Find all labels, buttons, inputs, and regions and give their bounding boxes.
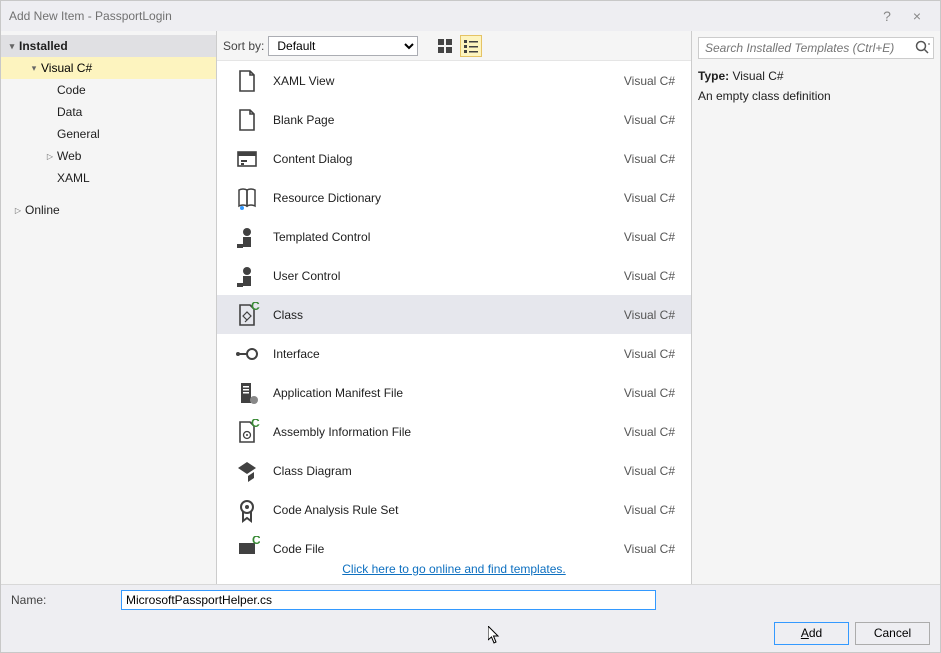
search-input[interactable]: [698, 37, 934, 59]
tree-label: Installed: [19, 39, 68, 53]
tree-node-code[interactable]: ▸Code: [1, 79, 216, 101]
tree-label: XAML: [57, 171, 90, 185]
template-tech: Visual C#: [624, 74, 681, 88]
template-tech: Visual C#: [624, 308, 681, 322]
svg-text:C#: C#: [251, 302, 260, 313]
template-row[interactable]: Content Dialog Visual C#: [217, 139, 691, 178]
template-icon: [227, 146, 267, 172]
template-row[interactable]: Resource Dictionary Visual C#: [217, 178, 691, 217]
tree-node-visual-csharp[interactable]: ▾ Visual C#: [1, 57, 216, 79]
template-tech: Visual C#: [624, 113, 681, 127]
description-text: An empty class definition: [698, 89, 934, 103]
tree-node-online[interactable]: ▷ Online: [1, 199, 216, 221]
cancel-button[interactable]: Cancel: [855, 622, 930, 645]
tree-node-web[interactable]: ▷ Web: [1, 145, 216, 167]
template-row[interactable]: Blank Page Visual C#: [217, 100, 691, 139]
template-icon: [227, 68, 267, 94]
help-button[interactable]: ?: [872, 8, 902, 24]
category-tree: ▾ Installed ▾ Visual C# ▸Code ▸Data ▸Gen…: [1, 31, 216, 584]
template-row[interactable]: Interface Visual C#: [217, 334, 691, 373]
template-label: Application Manifest File: [267, 386, 624, 400]
tree-label: Web: [57, 149, 81, 163]
template-label: Class: [267, 308, 624, 322]
template-label: Assembly Information File: [267, 425, 624, 439]
search-icon[interactable]: [914, 39, 930, 55]
template-tech: Visual C#: [624, 230, 681, 244]
template-tech: Visual C#: [624, 425, 681, 439]
tree-node-data[interactable]: ▸Data: [1, 101, 216, 123]
tree-label: Online: [25, 203, 60, 217]
template-row[interactable]: C# Class Visual C#: [217, 295, 691, 334]
template-tech: Visual C#: [624, 347, 681, 361]
tree-node-xaml[interactable]: ▸XAML: [1, 167, 216, 189]
template-label: User Control: [267, 269, 624, 283]
template-tech: Visual C#: [624, 269, 681, 283]
template-tech: Visual C#: [624, 503, 681, 517]
name-label: Name:: [11, 593, 111, 607]
template-row[interactable]: Class Diagram Visual C#: [217, 451, 691, 490]
template-icon: [227, 497, 267, 523]
template-label: Content Dialog: [267, 152, 624, 166]
template-tech: Visual C#: [624, 191, 681, 205]
template-label: Code Analysis Rule Set: [267, 503, 624, 517]
template-tech: Visual C#: [624, 152, 681, 166]
template-row[interactable]: Application Manifest File Visual C#: [217, 373, 691, 412]
sortby-dropdown[interactable]: Default: [268, 36, 418, 56]
template-tech: Visual C#: [624, 542, 681, 555]
template-label: XAML View: [267, 74, 624, 88]
template-row[interactable]: Code Analysis Rule Set Visual C#: [217, 490, 691, 529]
tree-label: Visual C#: [41, 61, 92, 75]
template-icon: [227, 341, 267, 367]
template-icon: C#: [227, 419, 267, 445]
chevron-down-icon: ▾: [27, 63, 41, 74]
chevron-down-icon: ▾: [5, 41, 19, 52]
chevron-right-icon: ▷: [11, 206, 25, 215]
template-tech: Visual C#: [624, 386, 681, 400]
template-icon: [227, 458, 267, 484]
svg-text:C#: C#: [252, 536, 260, 547]
add-button[interactable]: Add: [774, 622, 849, 645]
template-icon: [227, 263, 267, 289]
template-tech: Visual C#: [624, 464, 681, 478]
online-templates-link[interactable]: Click here to go online and find templat…: [342, 562, 565, 576]
grid-icon: [438, 39, 452, 53]
template-row[interactable]: User Control Visual C#: [217, 256, 691, 295]
add-button-rest: dd: [809, 626, 822, 640]
svg-text:C#: C#: [251, 419, 260, 430]
template-label: Blank Page: [267, 113, 624, 127]
tree-node-general[interactable]: ▸General: [1, 123, 216, 145]
template-row[interactable]: XAML View Visual C#: [217, 61, 691, 100]
template-row[interactable]: C# Code File Visual C#: [217, 529, 691, 554]
template-icon: [227, 224, 267, 250]
template-icon: C#: [227, 536, 267, 555]
window-title: Add New Item - PassportLogin: [9, 9, 872, 23]
template-list[interactable]: XAML View Visual C# Blank Page Visual C#…: [217, 61, 691, 554]
view-list-button[interactable]: [460, 35, 482, 57]
close-button[interactable]: ×: [902, 8, 932, 24]
description-type: Type: Visual C#: [698, 69, 934, 83]
tree-label: Data: [57, 105, 82, 119]
template-label: Class Diagram: [267, 464, 624, 478]
template-icon: C#: [227, 302, 267, 328]
tree-label: Code: [57, 83, 86, 97]
template-label: Templated Control: [267, 230, 624, 244]
template-row[interactable]: C# Assembly Information File Visual C#: [217, 412, 691, 451]
tree-node-installed[interactable]: ▾ Installed: [1, 35, 216, 57]
template-icon: [227, 380, 267, 406]
template-icon: [227, 107, 267, 133]
tree-label: General: [57, 127, 100, 141]
template-label: Resource Dictionary: [267, 191, 624, 205]
template-row[interactable]: Templated Control Visual C#: [217, 217, 691, 256]
name-input[interactable]: [121, 590, 656, 610]
chevron-right-icon: ▷: [43, 152, 57, 161]
template-label: Interface: [267, 347, 624, 361]
list-icon: [464, 39, 478, 53]
template-label: Code File: [267, 542, 624, 555]
sortby-label: Sort by:: [223, 39, 264, 53]
view-large-icons-button[interactable]: [434, 35, 456, 57]
template-icon: [227, 185, 267, 211]
